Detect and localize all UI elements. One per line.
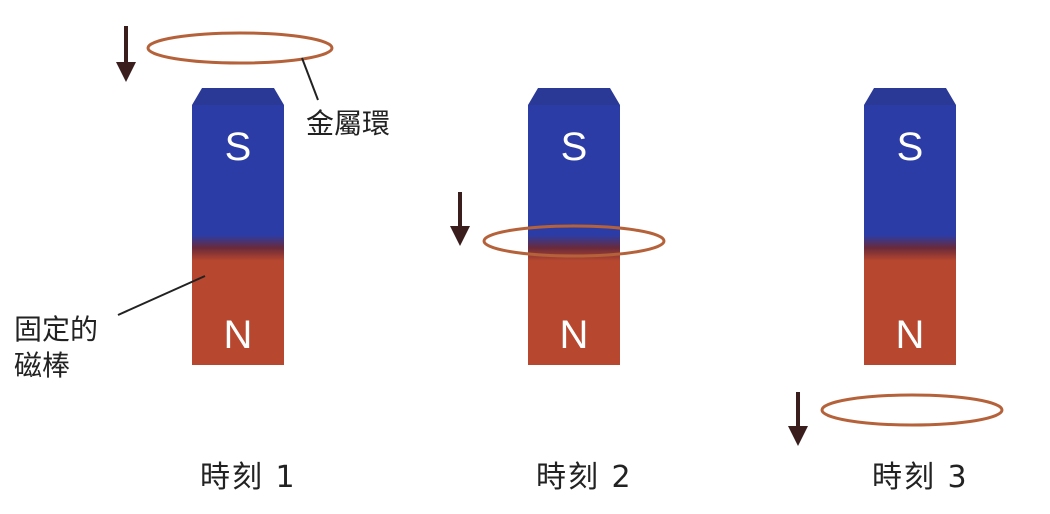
magnet-3-south-label: S: [897, 125, 924, 169]
magnet-1-south-label: S: [225, 125, 252, 169]
magnet-2-south-label: S: [561, 125, 588, 169]
magnet-1: S N: [192, 88, 284, 365]
magnet-2-cap: [528, 88, 620, 105]
magnet-label-line1: 固定的: [14, 313, 99, 346]
moment-2-label: 時刻 2: [536, 460, 633, 495]
magnet-1-north-label: N: [224, 313, 253, 357]
moment-1-label: 時刻 1: [200, 460, 297, 495]
down-arrow-icon-3: [788, 392, 808, 446]
down-arrow-icon-2: [450, 192, 470, 246]
magnet-3: S N: [864, 88, 956, 365]
magnet-1-cap: [192, 88, 284, 105]
magnet-2-north-label: N: [560, 313, 589, 357]
magnet-leader-line: [117, 275, 206, 316]
ring-3: [820, 393, 1004, 427]
magnet-label-line2: 磁棒: [14, 349, 71, 382]
ring-leader-line: [301, 57, 319, 101]
diagram-canvas: S N S N S N: [116, 26, 1004, 446]
magnet-3-cap: [864, 88, 956, 105]
ring-1: [146, 31, 334, 65]
magnet-3-north-label: N: [896, 313, 925, 357]
ring-label: 金屬環: [306, 107, 391, 140]
moment-3-label: 時刻 3: [872, 460, 969, 495]
down-arrow-icon-1: [116, 26, 136, 82]
